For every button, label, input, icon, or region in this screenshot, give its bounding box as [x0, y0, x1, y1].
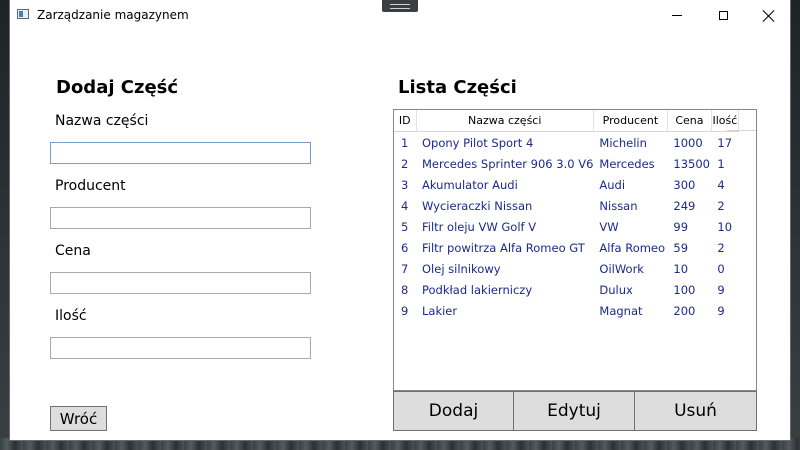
column-header-name[interactable]: Nazwa części: [416, 110, 594, 132]
parts-list-heading: Lista Części: [398, 77, 517, 98]
producer-input[interactable]: [50, 207, 311, 229]
cell-price: 249: [673, 198, 696, 213]
close-button[interactable]: [746, 0, 790, 31]
table-row[interactable]: 4 Wycieraczki Nissan Nissan 249 2: [394, 195, 738, 216]
cell-producer: Dulux: [599, 282, 633, 297]
cell-name: Filtr powitrza Alfa Romeo GT: [422, 240, 585, 255]
cell-name: Opony Pilot Sport 4: [422, 135, 534, 150]
cell-quantity: 9: [717, 303, 725, 318]
price-input[interactable]: [50, 272, 311, 294]
maximize-button[interactable]: [700, 0, 746, 31]
header-filler: [727, 110, 756, 131]
cell-producer: Magnat: [599, 303, 643, 318]
table-header-row: ID Nazwa części Producent Cena Ilość: [394, 110, 739, 132]
add-part-button[interactable]: Dodaj: [393, 391, 514, 431]
cell-quantity: 4: [717, 177, 725, 192]
cell-producer: Michelin: [599, 135, 647, 150]
cell-name: Lakier: [422, 303, 458, 318]
close-icon: [763, 10, 775, 22]
cell-producer: Audi: [599, 177, 626, 192]
table-row[interactable]: 3 Akumulator Audi Audi 300 4: [394, 174, 738, 195]
cell-price: 300: [673, 177, 696, 192]
cell-price: 13500: [673, 156, 710, 171]
cell-quantity: 17: [717, 135, 733, 150]
table-row[interactable]: 5 Filtr oleju VW Golf V VW 99 10: [394, 216, 738, 237]
cell-name: Olej silnikowy: [422, 261, 501, 276]
minimize-button[interactable]: [654, 0, 700, 31]
table-row[interactable]: 8 Podkład lakierniczy Dulux 100 9: [394, 279, 738, 300]
part-name-input[interactable]: [50, 142, 311, 164]
app-window-icon: [17, 9, 29, 19]
table-row[interactable]: 6 Filtr powitrza Alfa Romeo GT Alfa Rome…: [394, 237, 738, 258]
cell-quantity: 2: [717, 198, 725, 213]
cell-producer: Alfa Romeo: [599, 240, 666, 255]
cell-price: 99: [673, 219, 689, 234]
cell-price: 200: [673, 303, 696, 318]
cell-name: Akumulator Audi: [422, 177, 518, 192]
cell-id: 6: [401, 240, 409, 255]
cell-quantity: 2: [717, 240, 725, 255]
cell-producer: Mercedes: [599, 156, 655, 171]
cell-quantity: 10: [717, 219, 733, 234]
edit-part-button[interactable]: Edytuj: [513, 391, 635, 431]
parts-table: ID Nazwa części Producent Cena Ilość 1 O…: [394, 110, 739, 321]
column-header-price[interactable]: Cena: [667, 110, 712, 132]
cell-name: Mercedes Sprinter 906 3.0 V6: [422, 156, 594, 171]
cell-price: 10: [673, 261, 689, 276]
cell-id: 5: [401, 219, 409, 234]
minimize-icon: [672, 15, 682, 16]
quantity-label: Ilość: [55, 308, 87, 324]
maximize-icon: [718, 11, 728, 20]
cell-id: 1: [401, 135, 409, 150]
cell-id: 4: [401, 198, 409, 213]
cell-producer: Nissan: [599, 198, 638, 213]
price-label: Cena: [55, 243, 91, 259]
column-header-id[interactable]: ID: [394, 110, 417, 132]
back-button[interactable]: Wróć: [50, 406, 107, 431]
parts-list-view[interactable]: ID Nazwa części Producent Cena Ilość 1 O…: [393, 109, 757, 391]
cell-producer: OilWork: [599, 261, 644, 276]
delete-part-button[interactable]: Usuń: [634, 391, 757, 431]
window-title: Zarządzanie magazynem: [37, 8, 189, 22]
table-row[interactable]: 7 Olej silnikowy OilWork 10 0: [394, 258, 738, 279]
cell-id: 2: [401, 156, 409, 171]
cell-name: Podkład lakierniczy: [422, 282, 533, 297]
main-window: Zarządzanie magazynem Dodaj Część Nazwa …: [10, 0, 790, 440]
add-part-heading: Dodaj Część: [56, 77, 179, 98]
quantity-input[interactable]: [50, 337, 311, 359]
column-header-producer[interactable]: Producent: [593, 110, 668, 132]
cell-price: 1000: [673, 135, 703, 150]
cell-quantity: 9: [717, 282, 725, 297]
table-row[interactable]: 1 Opony Pilot Sport 4 Michelin 1000 17: [394, 132, 738, 154]
cell-id: 9: [401, 303, 409, 318]
cell-quantity: 0: [717, 261, 725, 276]
cell-id: 7: [401, 261, 409, 276]
cell-quantity: 1: [717, 156, 725, 171]
table-row[interactable]: 9 Lakier Magnat 200 9: [394, 300, 738, 321]
window-snap-grip[interactable]: [382, 0, 418, 12]
cell-price: 59: [673, 240, 689, 255]
cell-id: 8: [401, 282, 409, 297]
cell-name: Wycieraczki Nissan: [422, 198, 533, 213]
table-row[interactable]: 2 Mercedes Sprinter 906 3.0 V6 Mercedes …: [394, 153, 738, 174]
cell-producer: VW: [599, 219, 619, 234]
cell-id: 3: [401, 177, 409, 192]
cell-price: 100: [673, 282, 696, 297]
cell-name: Filtr oleju VW Golf V: [422, 219, 537, 234]
producer-label: Producent: [55, 178, 126, 194]
part-name-label: Nazwa części: [55, 113, 149, 129]
